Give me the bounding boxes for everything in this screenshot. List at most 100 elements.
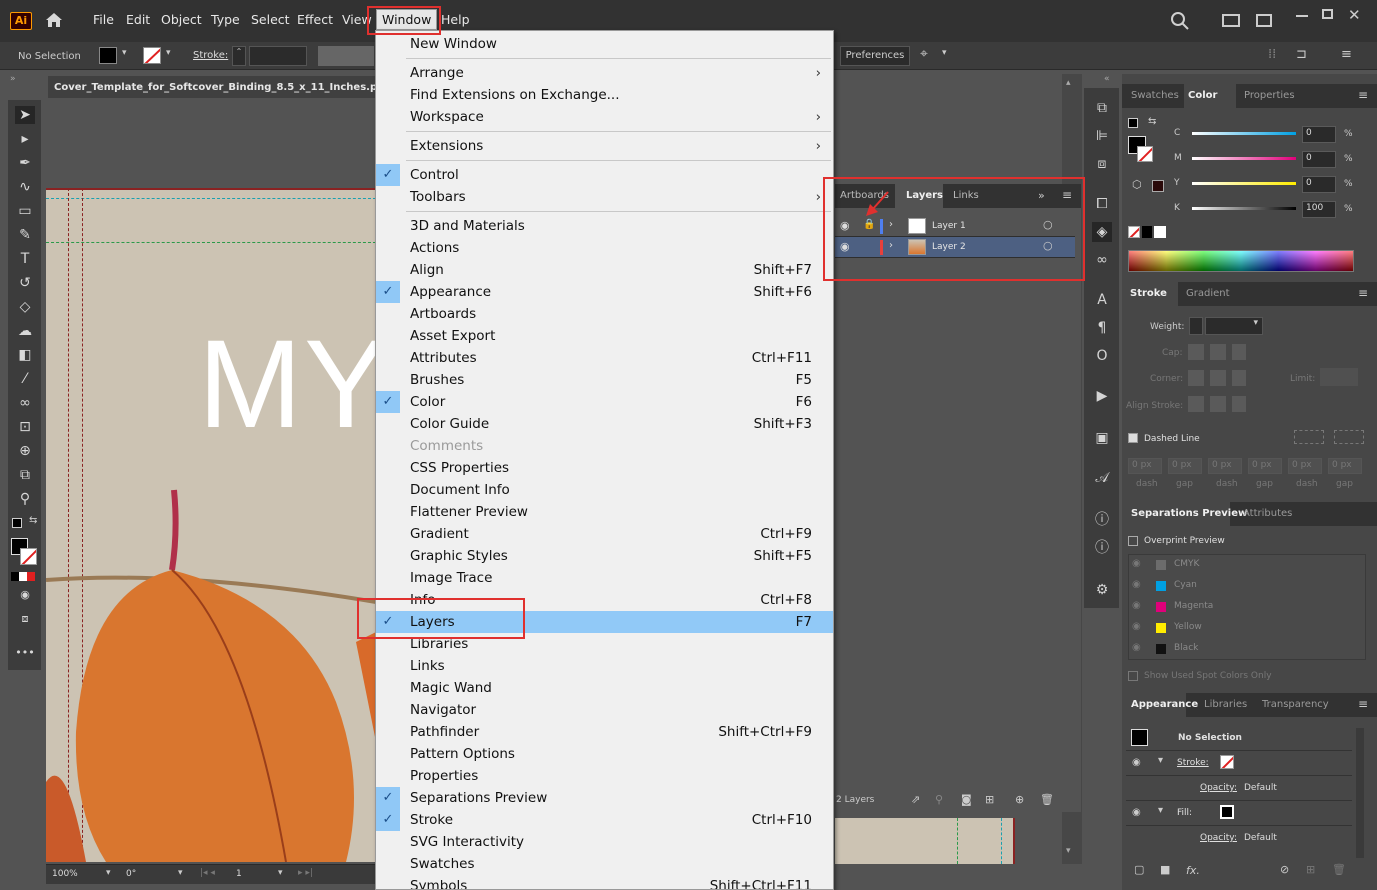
paintbrush-tool-icon[interactable]: ✎ — [15, 226, 35, 244]
more-tools-icon[interactable]: ••• — [15, 644, 35, 662]
menu-item-find-extensions-on-exchange[interactable]: Find Extensions on Exchange... — [376, 84, 833, 106]
ink-row[interactable]: ◉ CMYK — [1128, 555, 1366, 575]
color-spectrum[interactable] — [1128, 250, 1354, 272]
stroke-swatch[interactable] — [143, 47, 161, 64]
menu-item-align[interactable]: Align Shift+F7 — [376, 259, 833, 281]
menu-file[interactable]: File — [93, 12, 114, 27]
default-colors-icon[interactable] — [1128, 118, 1138, 128]
visibility-eye-icon[interactable]: ◉ — [1132, 579, 1141, 590]
menu-item-color-guide[interactable]: Color Guide Shift+F3 — [376, 413, 833, 435]
corner-buttons[interactable] — [1188, 370, 1246, 386]
expand-toolbar-icon[interactable]: » — [10, 74, 16, 84]
workspace-icon[interactable] — [1256, 14, 1272, 27]
minimize-icon[interactable] — [1296, 15, 1308, 17]
add-stroke-icon[interactable]: ▢ — [1134, 863, 1144, 876]
preferences-button[interactable]: Preferences — [840, 46, 910, 66]
maximize-icon[interactable] — [1322, 9, 1333, 19]
clipping-mask-icon[interactable]: ◙ — [961, 793, 972, 806]
variable-width-profile[interactable] — [318, 46, 374, 66]
color-mode-icon[interactable] — [11, 572, 35, 581]
menu-object[interactable]: Object — [161, 12, 202, 27]
menu-item-flattener-preview[interactable]: Flattener Preview — [376, 501, 833, 523]
tab-separations-preview[interactable]: Separations Preview — [1131, 508, 1247, 519]
menu-item-pathfinder[interactable]: Pathfinder Shift+Ctrl+F9 — [376, 721, 833, 743]
links-icon[interactable]: ∞ — [1092, 250, 1112, 270]
menu-help[interactable]: Help — [441, 12, 470, 27]
transform-icon[interactable]: ⊐ — [1296, 47, 1307, 62]
stroke-color-icon[interactable] — [1137, 146, 1153, 162]
rectangle-tool-icon[interactable]: ▭ — [15, 202, 35, 220]
visibility-eye-icon[interactable]: ◉ — [1132, 621, 1141, 632]
menu-edit[interactable]: Edit — [126, 12, 150, 27]
appearance-fill-swatch[interactable] — [1220, 805, 1234, 819]
tab-transparency[interactable]: Transparency — [1262, 699, 1329, 710]
dashed-line-checkbox[interactable] — [1128, 433, 1138, 443]
actions-play-icon[interactable]: ▶ — [1092, 386, 1112, 406]
black-swatch[interactable] — [1142, 226, 1152, 238]
eyedropper-tool-icon[interactable]: ⁄ — [15, 370, 35, 388]
menu-icon[interactable]: ≡ — [1341, 47, 1352, 62]
scroll-up-icon[interactable]: ▴ — [1066, 78, 1071, 88]
tab-attributes[interactable]: Attributes — [1243, 508, 1292, 519]
channel-slider[interactable] — [1192, 207, 1296, 210]
ink-row[interactable]: ◉ Black — [1128, 639, 1366, 659]
menu-type[interactable]: Type — [211, 12, 240, 27]
menu-item-new-window[interactable]: New Window — [376, 33, 833, 55]
artboards-icon[interactable]: ⧉ — [1092, 98, 1112, 118]
out-of-gamut-icon[interactable]: ⬡ — [1132, 178, 1142, 191]
align-icon[interactable]: ⊫ — [1092, 126, 1112, 146]
paragraph-icon[interactable]: ¶ — [1092, 318, 1112, 338]
tab-stroke[interactable]: Stroke — [1130, 288, 1167, 299]
menu-item-image-trace[interactable]: Image Trace — [376, 567, 833, 589]
draw-mode-icon[interactable]: ◉ — [15, 586, 35, 604]
scroll-down-icon[interactable]: ▾ — [1066, 846, 1071, 856]
weight-input[interactable]: ▾ — [1205, 317, 1263, 335]
menu-item-gradient[interactable]: Gradient Ctrl+F9 — [376, 523, 833, 545]
rotate-tool-icon[interactable]: ↺ — [15, 274, 35, 292]
dash-gap-input[interactable]: 0 px — [1248, 458, 1282, 474]
menu-item-magic-wand[interactable]: Magic Wand — [376, 677, 833, 699]
visibility-eye-icon[interactable]: ◉ — [1132, 757, 1141, 768]
menu-item-separations-preview[interactable]: ✓ Separations Preview — [376, 787, 833, 809]
eraser-tool-icon[interactable]: ◇ — [15, 298, 35, 316]
fill-opacity-label[interactable]: Opacity: — [1200, 833, 1237, 843]
character-icon[interactable]: A — [1092, 290, 1112, 310]
menu-item-3d-and-materials[interactable]: 3D and Materials — [376, 215, 833, 237]
pathfinder-icon[interactable]: ⧈ — [1092, 154, 1112, 174]
document-info-icon[interactable]: ⓘ — [1092, 538, 1112, 558]
stroke-stepper[interactable]: ⌃ — [232, 46, 246, 66]
menu-item-attributes[interactable]: Attributes Ctrl+F11 — [376, 347, 833, 369]
align-icon[interactable]: ⁞⁞ — [1268, 47, 1276, 62]
dash-gap-input[interactable]: 0 px — [1208, 458, 1242, 474]
puppet-warp-icon[interactable]: ⌖ — [920, 46, 928, 62]
tab-libraries[interactable]: Libraries — [1204, 699, 1247, 710]
channel-slider[interactable] — [1192, 182, 1296, 185]
chevron-down-icon[interactable]: ▾ — [122, 48, 127, 58]
visibility-eye-icon[interactable]: ◉ — [1132, 558, 1141, 569]
artboard-canvas[interactable]: MY — [46, 102, 376, 862]
artboard-tool-icon[interactable]: ⧉ — [15, 466, 35, 484]
chevron-down-icon[interactable]: ▾ — [178, 868, 183, 878]
dash-corner-icon[interactable] — [1334, 430, 1364, 444]
trash-icon[interactable]: 🗑 — [1040, 793, 1054, 806]
chevron-down-icon[interactable]: ▾ — [942, 48, 947, 58]
fill-swatch[interactable] — [99, 47, 117, 64]
menu-item-svg-interactivity[interactable]: SVG Interactivity — [376, 831, 833, 853]
chevron-down-icon[interactable]: ▾ — [166, 48, 171, 58]
screen-mode-icon[interactable]: ⧈ — [15, 610, 35, 628]
gradient-tool-icon[interactable]: ◧ — [15, 346, 35, 364]
rotation-value[interactable]: 0° — [126, 869, 136, 879]
dash-align-icon[interactable] — [1294, 430, 1324, 444]
tab-color[interactable]: Color — [1188, 90, 1217, 101]
dash-gap-input[interactable]: 0 px — [1288, 458, 1322, 474]
gear-icon[interactable]: ⚙ — [1092, 580, 1112, 600]
menu-item-css-properties[interactable]: CSS Properties — [376, 457, 833, 479]
menu-item-stroke[interactable]: ✓ Stroke Ctrl+F10 — [376, 809, 833, 831]
menu-item-pattern-options[interactable]: Pattern Options — [376, 743, 833, 765]
zoom-level[interactable]: 100% — [52, 869, 78, 879]
free-transform-tool-icon[interactable]: ⊡ — [15, 418, 35, 436]
limit-input[interactable] — [1320, 368, 1358, 386]
ink-row[interactable]: ◉ Cyan — [1128, 576, 1366, 596]
visibility-eye-icon[interactable]: ◉ — [1132, 642, 1141, 653]
swap-colors-icon[interactable]: ⇆ — [29, 515, 37, 526]
